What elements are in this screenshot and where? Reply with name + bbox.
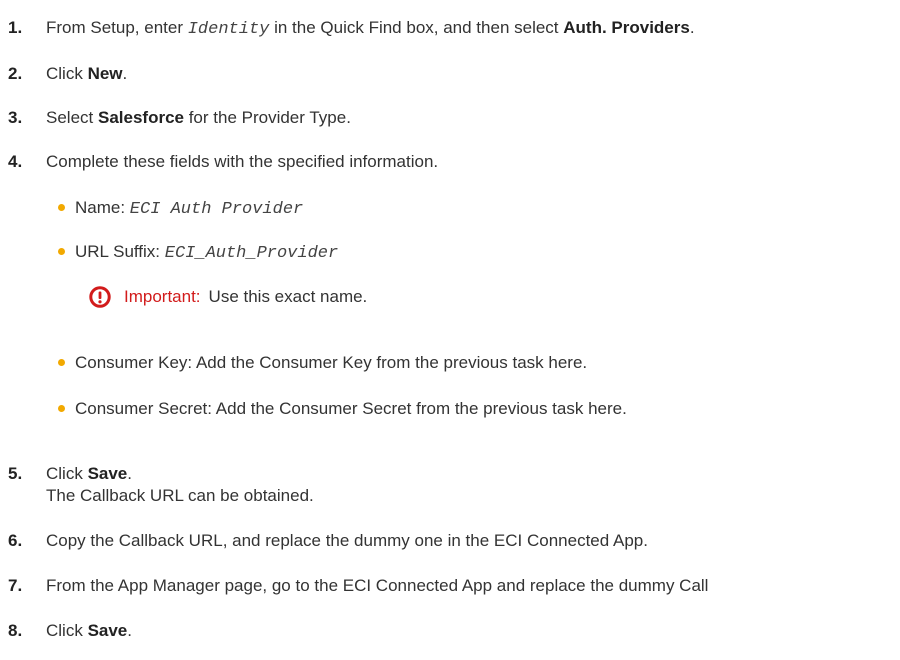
step-number: 4.	[8, 152, 23, 171]
field-value: ECI_Auth_Provider	[164, 244, 339, 263]
field-consumer-secret: Consumer Secret: Add the Consumer Secret…	[58, 398, 627, 420]
step-number: 8.	[8, 621, 23, 640]
ui-term: Save	[87, 464, 128, 483]
step-text: Click	[46, 64, 88, 83]
step-3: 3. Select Salesforce for the Provider Typ…	[8, 107, 351, 129]
step-4: 4. Complete these fields with the specifi…	[8, 151, 438, 173]
step-number: 3.	[8, 108, 23, 127]
field-label: URL Suffix:	[75, 242, 165, 261]
bullet-icon	[58, 405, 65, 412]
step-number: 2.	[8, 64, 23, 83]
step-punct: .	[127, 621, 132, 640]
instruction-page: 1. From Setup, enter Identity in the Quic…	[0, 0, 900, 660]
bullet-icon	[58, 204, 65, 211]
field-value: ECI Auth Provider	[129, 200, 304, 219]
note-text: Use this exact name.	[208, 287, 368, 306]
field-text: Consumer Secret: Add the Consumer Secret…	[75, 399, 627, 418]
step-number: 7.	[8, 576, 23, 595]
step-6: 6. Copy the Callback URL, and replace the…	[8, 530, 648, 552]
step-punct: .	[689, 18, 695, 37]
field-label: Name:	[75, 198, 130, 217]
step-punct: .	[127, 464, 132, 483]
field-text: Consumer Key: Add the Consumer Key from …	[75, 353, 588, 372]
step-text: Click	[46, 621, 88, 640]
step-punct: .	[122, 64, 128, 83]
note-label: Important:	[124, 287, 201, 306]
field-name: Name: ECI Auth Provider	[58, 197, 304, 221]
step-text: in the Quick Find box, and then select	[269, 18, 564, 37]
important-note: Important: Use this exact name.	[89, 286, 367, 308]
step-text: Select	[46, 108, 98, 127]
field-url-suffix: URL Suffix: ECI_Auth_Provider	[58, 241, 339, 265]
ui-term: Salesforce	[97, 108, 184, 127]
step-5: 5. Click Save.	[8, 463, 132, 485]
code-term: Identity	[187, 20, 270, 39]
ui-term: Auth. Providers	[563, 18, 690, 37]
bullet-icon	[58, 248, 65, 255]
step-number: 1.	[8, 18, 23, 37]
step-text: From Setup, enter	[46, 18, 188, 37]
ui-term: New	[87, 64, 123, 83]
step-text: Complete these fields with the specified…	[46, 152, 439, 171]
step-1: 1. From Setup, enter Identity in the Quic…	[8, 17, 695, 41]
step-7: 7. From the App Manager page, go to the E…	[8, 575, 708, 597]
step-2: 2. Click New.	[8, 63, 127, 85]
step-text: From the App Manager page, go to the ECI…	[46, 576, 709, 595]
step-text: Click	[46, 464, 88, 483]
step-number: 5.	[8, 464, 23, 483]
bullet-icon	[58, 359, 65, 366]
step-8: 8. Click Save.	[8, 620, 132, 642]
step-text: Copy the Callback URL, and replace the d…	[46, 531, 648, 550]
step-number: 6.	[8, 531, 23, 550]
field-consumer-key: Consumer Key: Add the Consumer Key from …	[58, 352, 588, 374]
step-text: for the Provider Type.	[183, 108, 351, 127]
step-5-continuation: The Callback URL can be obtained.	[46, 486, 314, 505]
ui-term: Save	[87, 621, 128, 640]
important-icon	[89, 286, 111, 308]
